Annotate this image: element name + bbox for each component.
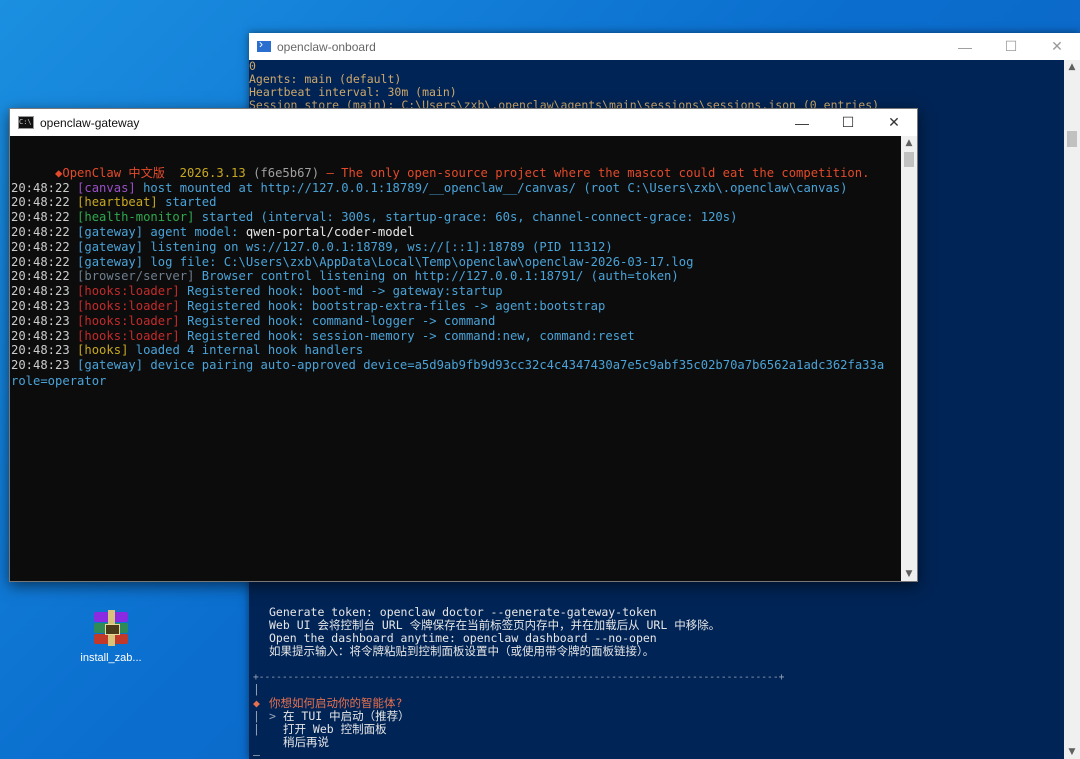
option-later[interactable]: 稍后再说	[283, 736, 329, 749]
log-timestamp: 20:48:23	[11, 358, 78, 373]
minimize-button[interactable]: —	[779, 115, 825, 131]
log-tag: [canvas]	[77, 180, 136, 195]
log-message: Registered hook: boot-md -> gateway:star…	[179, 284, 503, 299]
scroll-thumb[interactable]	[904, 152, 914, 167]
log-line: 20:48:22 [heartbeat] started	[11, 195, 216, 210]
log-line: 20:48:22 [gateway] log file: C:\Users\zx…	[11, 255, 693, 270]
log-tag: [gateway]	[77, 358, 144, 373]
log-message: listening on ws://127.0.0.1:18789, ws://…	[143, 239, 613, 254]
log-line: 20:48:23 [hooks] loaded 4 internal hook …	[11, 343, 363, 358]
log-timestamp: 20:48:22	[11, 180, 78, 195]
maximize-button[interactable]: ☐	[825, 114, 871, 131]
log-message: host mounted at http://127.0.0.1:18789/_…	[135, 180, 848, 195]
scroll-up-icon[interactable]: ▲	[901, 138, 917, 148]
log-tag: [browser/server]	[77, 269, 195, 284]
log-line: 20:48:23 [hooks:loader] Registered hook:…	[11, 314, 495, 329]
minimize-button[interactable]: —	[942, 39, 988, 55]
log-line: 20:48:22 [health-monitor] started (inter…	[11, 210, 737, 225]
log-tag: [gateway]	[77, 225, 144, 239]
scroll-thumb[interactable]	[1067, 131, 1077, 147]
gateway-window-title: openclaw-gateway	[40, 115, 140, 130]
selected-marker: >	[269, 709, 276, 723]
desktop-icon-installer[interactable]: install_zab...	[78, 610, 144, 664]
gateway-console[interactable]: ◆OpenClaw 中文版 2026.3.13 (f6e5b67) — The …	[10, 136, 901, 581]
log-line: 20:48:23 [hooks:loader] Registered hook:…	[11, 299, 605, 314]
log-tag: [hooks]	[77, 343, 129, 358]
log-line: 20:48:22 [gateway] listening on ws://127…	[11, 240, 613, 255]
log-line: 20:48:22 [browser/server] Browser contro…	[11, 269, 679, 284]
log-timestamp: 20:48:23	[11, 299, 78, 313]
log-timestamp: 20:48:22	[11, 195, 78, 210]
onboard-window-title: openclaw-onboard	[277, 39, 376, 54]
log-message: started	[157, 195, 217, 210]
separator-line: +---------------------------------------…	[253, 672, 785, 683]
banner-hash: (f6e5b67)	[253, 165, 320, 180]
scroll-down-icon[interactable]: ▼	[1064, 747, 1080, 757]
log-timestamp: 20:48:22	[11, 210, 78, 225]
banner-version: 2026.3.13	[179, 165, 246, 180]
log-tag: [heartbeat]	[77, 195, 158, 210]
desktop-icon-label: install_zab...	[80, 652, 142, 664]
log-line: 20:48:22 [gateway] agent model: qwen-por…	[11, 225, 415, 240]
log-line: 20:48:22 [canvas] host mounted at http:/…	[11, 181, 848, 196]
log-message: device pairing auto-approved device=a5d9…	[143, 358, 885, 373]
onboard-scrollbar[interactable]: ▲ ▼	[1064, 60, 1080, 759]
log-tag: [hooks:loader]	[77, 284, 180, 299]
gutter-bar: |	[253, 682, 260, 696]
gutter-bar: |	[253, 722, 260, 736]
log-message: loaded 4 internal hook handlers	[128, 343, 364, 358]
winrar-archive-icon	[90, 610, 132, 648]
scroll-down-icon[interactable]: ▼	[901, 569, 917, 579]
gateway-scrollbar[interactable]: ▲ ▼	[901, 136, 917, 581]
log-line: 20:48:23 [hooks:loader] Registered hook:…	[11, 329, 635, 344]
banner-product: OpenClaw 中文版	[62, 165, 165, 180]
scroll-up-icon[interactable]: ▲	[1064, 62, 1080, 72]
log-timestamp: 20:48:23	[11, 343, 78, 358]
onboard-titlebar[interactable]: openclaw-onboard — ☐ ✕	[249, 33, 1080, 60]
log-message: Browser control listening on http://127.…	[194, 269, 679, 284]
wrapped-line: role=operator	[11, 373, 107, 388]
log-message: started (interval: 300s, startup-grace: …	[194, 210, 738, 225]
log-tag: [hooks:loader]	[77, 313, 180, 328]
maximize-button[interactable]: ☐	[988, 38, 1034, 55]
log-message: Registered hook: session-memory -> comma…	[179, 328, 635, 343]
log-tag: [hooks:loader]	[77, 328, 180, 343]
gateway-window[interactable]: C:\ openclaw-gateway — ☐ ✕ ◆OpenClaw 中文版…	[9, 108, 918, 582]
log-line: 20:48:23 [gateway] device pairing auto-a…	[11, 358, 884, 373]
log-tag: [health-monitor]	[77, 210, 195, 225]
log-message-highlight: qwen-portal/coder-model	[245, 225, 415, 239]
close-button[interactable]: ✕	[1034, 38, 1080, 55]
gateway-titlebar[interactable]: C:\ openclaw-gateway — ☐ ✕	[10, 109, 917, 136]
log-message: Registered hook: bootstrap-extra-files -…	[179, 299, 606, 313]
log-timestamp: 20:48:23	[11, 284, 78, 299]
log-timestamp: 20:48:22	[11, 254, 78, 269]
log-timestamp: 20:48:23	[11, 313, 78, 328]
banner-tagline: — The only open-source project where the…	[326, 165, 870, 180]
log-message: log file: C:\Users\zxb\AppData\Local\Tem…	[143, 254, 694, 269]
gutter-end: —	[253, 748, 260, 759]
log-timestamp: 20:48:23	[11, 328, 78, 343]
log-tag: [hooks:loader]	[77, 299, 180, 313]
log-line: 20:48:23 [hooks:loader] Registered hook:…	[11, 284, 503, 299]
log-tag: [gateway]	[77, 254, 144, 269]
console-line: 如果提示输入：将令牌粘贴到控制面板设置中（或使用带令牌的面板链接）。	[269, 644, 655, 658]
powershell-icon	[257, 37, 271, 52]
close-button[interactable]: ✕	[871, 114, 917, 131]
log-tag: [gateway]	[77, 239, 144, 254]
log-timestamp: 20:48:22	[11, 269, 78, 284]
log-message: Registered hook: command-logger -> comma…	[179, 313, 496, 328]
log-timestamp: 20:48:22	[11, 225, 78, 239]
cmd-icon: C:\	[18, 116, 34, 129]
log-message: agent model:	[143, 225, 246, 239]
log-timestamp: 20:48:22	[11, 239, 78, 254]
